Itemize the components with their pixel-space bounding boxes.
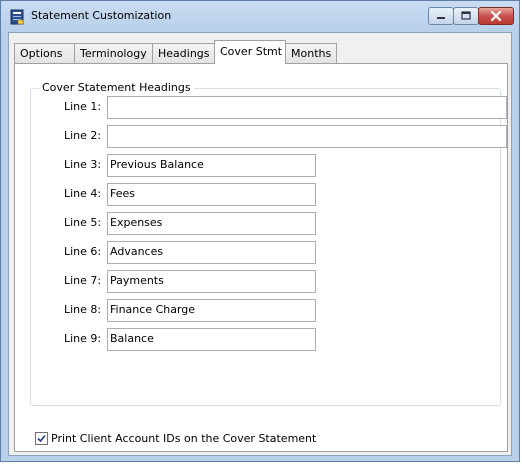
- statement-customization-window: Statement Customization Options Terminol…: [0, 0, 520, 462]
- tab-options[interactable]: Options: [14, 43, 75, 63]
- print-client-ids-option[interactable]: Print Client Account IDs on the Cover St…: [35, 432, 316, 445]
- maximize-button[interactable]: [453, 7, 479, 25]
- line-9-input[interactable]: Balance: [107, 328, 316, 351]
- group-title: Cover Statement Headings: [39, 81, 194, 94]
- line-5-label: Line 5:: [64, 216, 102, 229]
- line-5-input[interactable]: Expenses: [107, 212, 316, 235]
- line-3-label: Line 3:: [64, 158, 102, 171]
- line-4-input[interactable]: Fees: [107, 183, 316, 206]
- tab-label: Terminology: [80, 47, 147, 60]
- line-7-input[interactable]: Payments: [107, 270, 316, 293]
- tab-label: Cover Stmt: [220, 45, 283, 58]
- tab-label: Months: [291, 47, 332, 60]
- line-2-input[interactable]: [107, 125, 507, 148]
- print-client-ids-checkbox[interactable]: [35, 432, 48, 445]
- close-button[interactable]: [478, 7, 514, 25]
- title-bar[interactable]: Statement Customization: [1, 1, 519, 31]
- maximize-icon: [461, 11, 471, 20]
- line-2-label: Line 2:: [64, 129, 102, 142]
- line-1-label: Line 1:: [64, 100, 102, 113]
- tab-months[interactable]: Months: [285, 43, 337, 63]
- line-9-label: Line 9:: [64, 332, 102, 345]
- line-6-input[interactable]: Advances: [107, 241, 316, 264]
- tab-terminology[interactable]: Terminology: [74, 43, 153, 63]
- tab-label: Options: [20, 47, 63, 60]
- line-8-input[interactable]: Finance Charge: [107, 299, 316, 322]
- line-8-label: Line 8:: [64, 303, 102, 316]
- cover-stmt-panel: Cover Statement Headings Line 1: Line 2:…: [14, 63, 508, 452]
- checkmark-icon: [37, 434, 46, 443]
- line-6-label: Line 6:: [64, 245, 102, 258]
- tab-label: Headings: [158, 47, 210, 60]
- dialog-client-area: Options Terminology Headings Cover Stmt …: [8, 32, 512, 456]
- statement-app-icon: [10, 9, 24, 25]
- line-3-input[interactable]: Previous Balance: [107, 154, 316, 177]
- print-client-ids-label: Print Client Account IDs on the Cover St…: [51, 432, 317, 445]
- tab-headings[interactable]: Headings: [152, 43, 215, 63]
- tab-cover-stmt[interactable]: Cover Stmt: [214, 40, 286, 64]
- line-1-input[interactable]: [107, 96, 507, 119]
- cover-statement-headings-group: Cover Statement Headings Line 1: Line 2:…: [30, 81, 507, 406]
- line-7-label: Line 7:: [64, 274, 102, 287]
- minimize-button[interactable]: [428, 7, 454, 25]
- minimize-icon: [437, 17, 445, 19]
- window-title: Statement Customization: [31, 9, 172, 22]
- line-4-label: Line 4:: [64, 187, 102, 200]
- close-icon: [490, 10, 502, 22]
